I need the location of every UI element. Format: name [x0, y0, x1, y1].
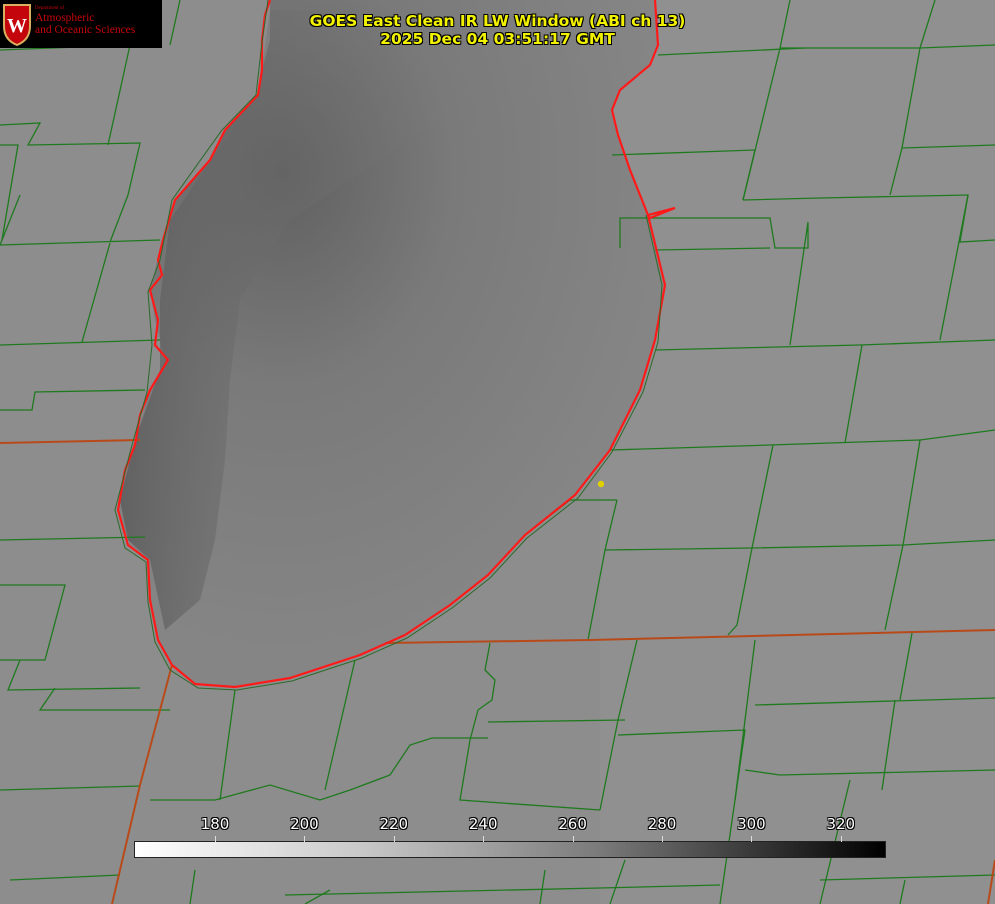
- colorbar-tick-label: 300: [737, 815, 766, 833]
- colorbar-tick-mark: [483, 836, 485, 842]
- image-title: GOES East Clean IR LW Window (ABI ch 13): [309, 12, 686, 30]
- colorbar-tick-label: 280: [647, 815, 677, 833]
- colorbar-tick-label: 260: [558, 815, 587, 833]
- colorbar-tick-mark: [662, 836, 663, 842]
- colorbar-tick-mark: [751, 836, 753, 842]
- satellite-map: [0, 0, 995, 904]
- colorbar-tick-label: 180: [200, 815, 230, 833]
- colorbar-tick-mark: [304, 836, 306, 842]
- station-marker: [597, 480, 605, 488]
- colorbar-tick-label: 240: [468, 815, 498, 833]
- colorbar-tick-label: 200: [290, 815, 319, 833]
- colorbar-tick-mark: [840, 836, 842, 842]
- image-timestamp: 2025 Dec 04 03:51:17 GMT: [380, 30, 615, 48]
- colorbar: [134, 841, 886, 858]
- colorbar-tick-mark: [393, 836, 395, 842]
- colorbar-tick-label: 220: [379, 815, 409, 833]
- colorbar-tick-mark: [572, 836, 574, 842]
- land-shade: [600, 0, 995, 904]
- colorbar-tick-mark: [215, 836, 216, 842]
- colorbar-tick-label: 320: [826, 815, 856, 833]
